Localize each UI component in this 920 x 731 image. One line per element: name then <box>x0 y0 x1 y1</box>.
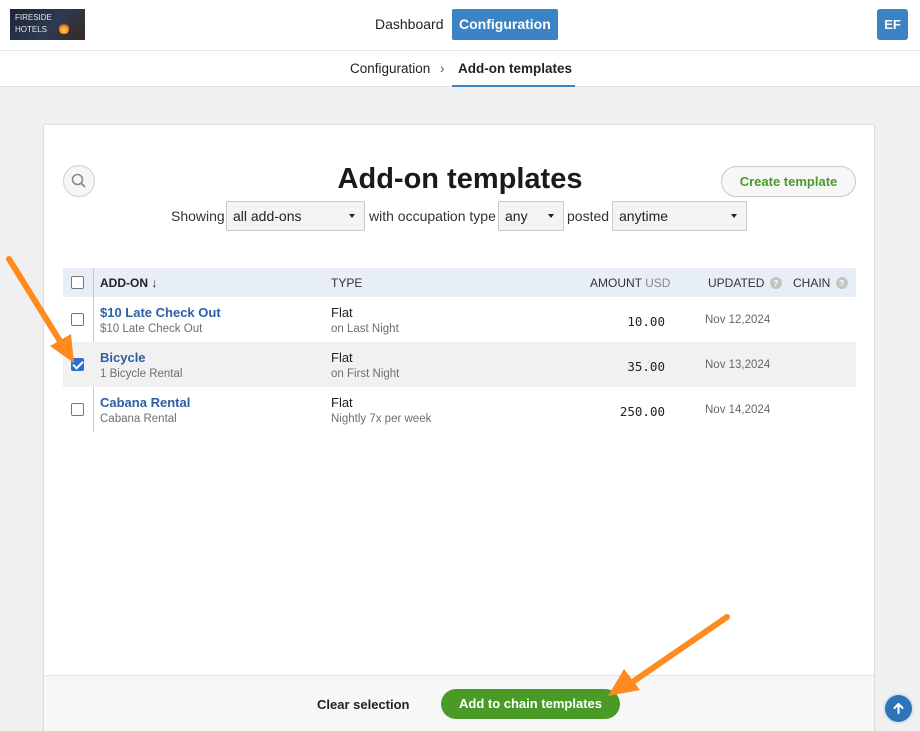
addon-type: Flat <box>331 395 353 410</box>
table-row[interactable]: $10 Late Check Out $10 Late Check Out Fl… <box>63 297 856 342</box>
row-checkbox[interactable] <box>71 403 84 416</box>
addon-updated-date: Nov 12,2024 <box>705 314 771 326</box>
column-header-type: TYPE <box>331 276 363 290</box>
help-icon[interactable]: ? <box>835 277 848 289</box>
column-header-chain: CHAIN ? <box>793 276 848 290</box>
nav-dashboard[interactable]: Dashboard <box>368 9 451 40</box>
addons-filter-value: all add-ons <box>233 208 302 224</box>
posted-label: posted <box>567 208 610 224</box>
addon-subtitle: Cabana Rental <box>100 413 177 425</box>
templates-card: Add-on templates Create template Showing… <box>43 124 875 731</box>
chain-label: CHAIN <box>793 276 831 290</box>
column-header-amount: AMOUNT USD <box>590 276 670 290</box>
breadcrumb: Configuration › Add-on templates <box>0 50 920 87</box>
campfire-icon <box>59 22 69 34</box>
clear-selection-button[interactable]: Clear selection <box>317 697 410 712</box>
currency-label: USD <box>645 276 671 290</box>
addon-name-link[interactable]: $10 Late Check Out <box>100 305 221 320</box>
user-avatar[interactable]: EF <box>877 9 908 40</box>
updated-label: UPDATED <box>708 276 765 290</box>
breadcrumb-configuration[interactable]: Configuration <box>350 61 430 76</box>
showing-label: Showing <box>171 208 225 224</box>
occupation-type-label: with occupation type <box>369 208 496 224</box>
table-row[interactable]: Cabana Rental Cabana Rental Flat Nightly… <box>63 387 856 432</box>
row-checkbox[interactable] <box>71 313 84 326</box>
fireside-hotels-logo[interactable]: FIRESIDE HOTELS <box>10 9 85 40</box>
addons-filter-select[interactable]: all add-ons <box>226 201 365 231</box>
column-header-addon[interactable]: ADD-ON ↓ <box>100 276 157 290</box>
nav-configuration[interactable]: Configuration <box>452 9 558 40</box>
help-icon[interactable]: ? <box>769 277 782 289</box>
arrow-up-icon <box>893 703 904 714</box>
table-row[interactable]: Bicycle 1 Bicycle Rental Flat on First N… <box>63 342 856 387</box>
addon-updated-date: Nov 13,2024 <box>705 359 771 371</box>
caret-down-icon <box>731 214 737 218</box>
scroll-to-top-button[interactable] <box>883 693 914 724</box>
addon-type: Flat <box>331 305 353 320</box>
addon-type: Flat <box>331 350 353 365</box>
select-all-checkbox[interactable] <box>71 276 84 289</box>
caret-down-icon <box>548 214 554 218</box>
column-header-updated: UPDATED ? <box>708 276 782 290</box>
addon-templates-table: ADD-ON ↓ TYPE AMOUNT USD UPDATED ? CHAIN… <box>63 268 856 432</box>
logo-text: FIRESIDE HOTELS <box>15 13 52 34</box>
posted-select[interactable]: anytime <box>612 201 747 231</box>
addon-name-link[interactable]: Cabana Rental <box>100 395 190 410</box>
addon-type-detail: on Last Night <box>331 323 399 335</box>
breadcrumb-separator: › <box>440 61 445 76</box>
occupation-type-select[interactable]: any <box>498 201 564 231</box>
posted-value: anytime <box>619 208 669 224</box>
table-header: ADD-ON ↓ TYPE AMOUNT USD UPDATED ? CHAIN… <box>63 268 856 297</box>
addon-type-detail: on First Night <box>331 368 400 380</box>
addon-amount: 10.00 <box>627 314 665 329</box>
addon-updated-date: Nov 14,2024 <box>705 404 771 416</box>
addon-subtitle: 1 Bicycle Rental <box>100 368 183 380</box>
addon-name-link[interactable]: Bicycle <box>100 350 146 365</box>
addon-amount: 35.00 <box>627 359 665 374</box>
addon-subtitle: $10 Late Check Out <box>100 323 203 335</box>
occupation-type-value: any <box>505 208 528 224</box>
addon-type-detail: Nightly 7x per week <box>331 413 432 425</box>
breadcrumb-active-indicator <box>452 85 575 87</box>
breadcrumb-add-on-templates[interactable]: Add-on templates <box>458 61 572 76</box>
add-to-chain-templates-button[interactable]: Add to chain templates <box>441 689 620 719</box>
caret-down-icon <box>349 214 355 218</box>
addon-amount: 250.00 <box>619 404 665 419</box>
top-bar: FIRESIDE HOTELS Dashboard Configuration … <box>0 0 920 50</box>
selection-footer: Clear selection Add to chain templates <box>44 675 874 731</box>
row-checkbox[interactable] <box>71 358 84 371</box>
amount-label: AMOUNT <box>590 276 642 290</box>
create-template-button[interactable]: Create template <box>721 166 856 197</box>
